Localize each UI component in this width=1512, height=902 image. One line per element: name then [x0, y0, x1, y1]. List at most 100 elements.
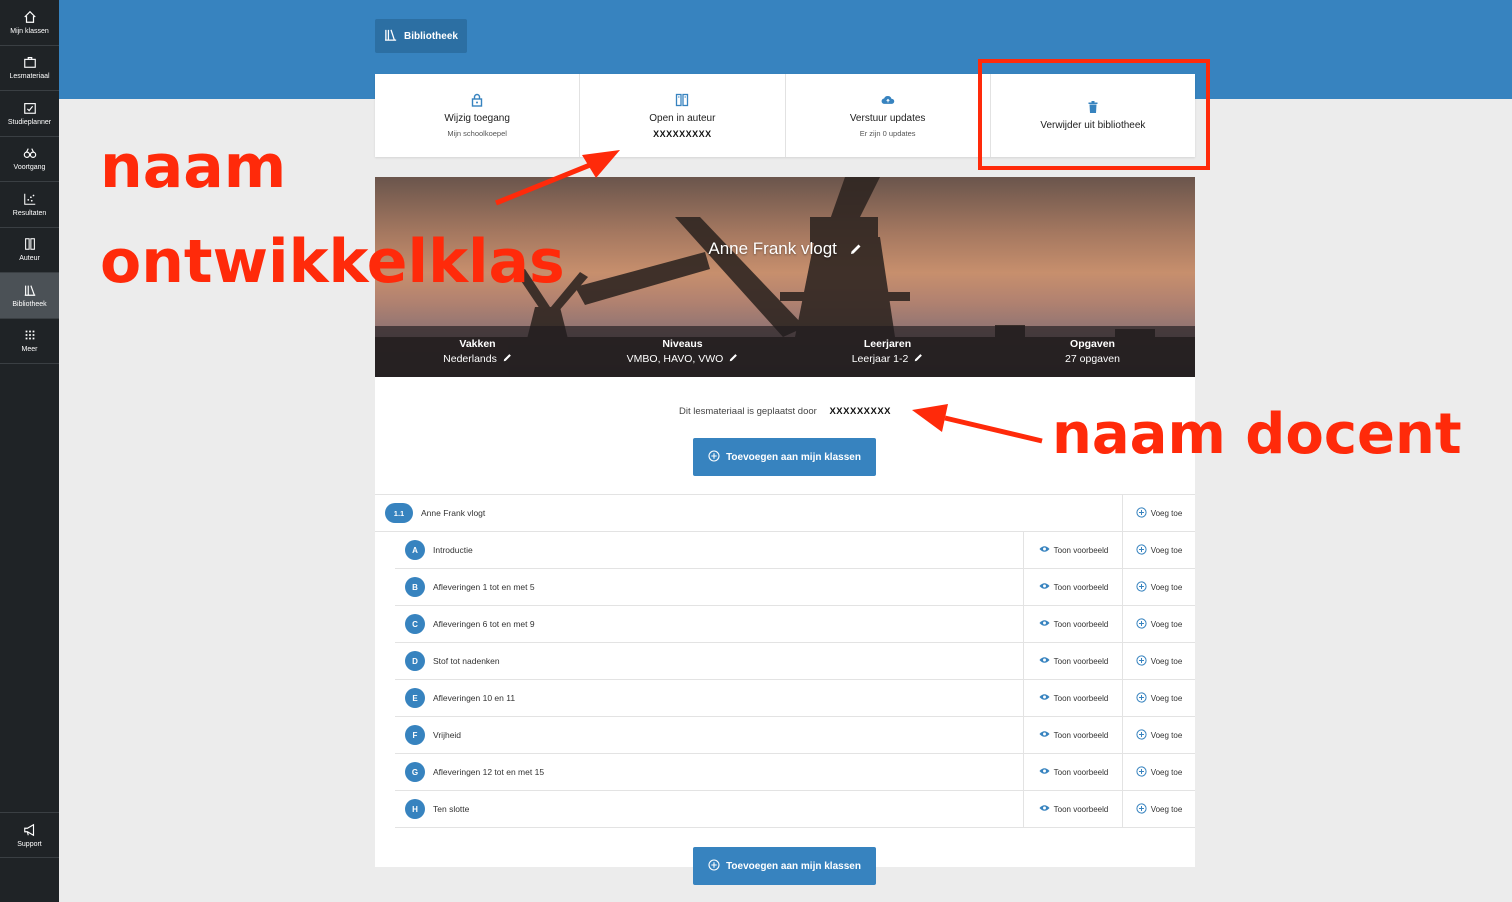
- plus-circle-icon: [708, 449, 720, 465]
- stat-leerjaren: Leerjaren Leerjaar 1-2: [785, 326, 990, 377]
- toevoegen-aan-mijn-klassen-button[interactable]: Toevoegen aan mijn klassen: [693, 438, 876, 476]
- scatter-chart-icon: [22, 191, 38, 207]
- calendar-check-icon: [22, 100, 38, 116]
- voeg-toe-label: Voeg toe: [1150, 767, 1183, 777]
- voeg-toe-label: Voeg toe: [1150, 508, 1183, 518]
- sidebar-item-mijn-klassen[interactable]: Mijn klassen: [0, 0, 59, 46]
- sidebar-item-label: Support: [17, 840, 42, 848]
- list-item[interactable]: A Introductie Toon voorbeeld Voeg toe: [395, 532, 1195, 569]
- book-edit-icon: [22, 236, 38, 252]
- list-item[interactable]: C Afleveringen 6 tot en met 9 Toon voorbee…: [395, 606, 1195, 643]
- voeg-toe-button[interactable]: Voeg toe: [1122, 606, 1195, 642]
- lesson-list: 1.1 Anne Frank vlogt Voeg toe A Introduct…: [375, 494, 1195, 828]
- eye-icon: [1039, 730, 1050, 740]
- lesson-badge: E: [405, 688, 425, 708]
- voeg-toe-button[interactable]: Voeg toe: [1122, 643, 1195, 679]
- eye-icon: [1039, 804, 1050, 814]
- open-in-auteur-button[interactable]: Open in auteur XXXXXXXXX: [580, 74, 786, 157]
- toon-voorbeeld-label: Toon voorbeeld: [1053, 767, 1109, 777]
- sidebar-item-studieplanner[interactable]: Studieplanner: [0, 91, 59, 137]
- lesson-badge: D: [405, 651, 425, 671]
- voeg-toe-button[interactable]: Voeg toe: [1122, 754, 1195, 790]
- toon-voorbeeld-button[interactable]: Toon voorbeeld: [1023, 717, 1123, 753]
- lesson-badge: B: [405, 577, 425, 597]
- pencil-icon[interactable]: [729, 353, 738, 365]
- list-item[interactable]: G Afleveringen 12 tot en met 15 Toon voorb…: [395, 754, 1195, 791]
- toon-voorbeeld-button[interactable]: Toon voorbeeld: [1023, 791, 1123, 827]
- lesson-badge: C: [405, 614, 425, 634]
- stat-label: Niveaus: [662, 338, 703, 350]
- toevoegen-aan-mijn-klassen-button-bottom[interactable]: Toevoegen aan mijn klassen: [693, 847, 876, 885]
- lesson-badge: F: [405, 725, 425, 745]
- plus-circle-icon: [1136, 691, 1147, 705]
- annotation-naam-docent: naam docent: [1052, 402, 1462, 467]
- plus-circle-icon: [1136, 802, 1147, 816]
- course-title: Anne Frank vlogt: [708, 239, 837, 258]
- voeg-toe-button[interactable]: Voeg toe: [1122, 495, 1195, 531]
- pencil-icon[interactable]: [914, 353, 923, 365]
- plus-circle-icon: [1136, 506, 1147, 520]
- toon-voorbeeld-button[interactable]: Toon voorbeeld: [1023, 680, 1123, 716]
- action-title: Wijzig toegang: [444, 113, 510, 124]
- action-subtitle: Mijn schoolkoepel: [447, 129, 507, 138]
- verstuur-updates-button[interactable]: Verstuur updates Er zijn 0 updates: [786, 74, 991, 157]
- briefcase-icon: [22, 54, 38, 70]
- eye-icon: [1039, 619, 1050, 629]
- list-item[interactable]: D Stof tot nadenken Toon voorbeeld Voeg toe: [395, 643, 1195, 680]
- voeg-toe-button[interactable]: Voeg toe: [1122, 791, 1195, 827]
- sidebar-item-meer[interactable]: Meer: [0, 319, 59, 364]
- plus-circle-icon: [1136, 580, 1147, 594]
- sidebar-item-auteur[interactable]: Auteur: [0, 228, 59, 273]
- sidebar-item-lesmateriaal[interactable]: Lesmateriaal: [0, 46, 59, 91]
- list-item[interactable]: B Afleveringen 1 tot en met 5 Toon voorbee…: [395, 569, 1195, 606]
- breadcrumb-bibliotheek[interactable]: Bibliotheek: [375, 19, 467, 53]
- list-item[interactable]: F Vrijheid Toon voorbeeld Voeg toe: [395, 717, 1195, 754]
- sidebar-item-label: Studieplanner: [7, 118, 52, 126]
- voeg-toe-button[interactable]: Voeg toe: [1122, 717, 1195, 753]
- sidebar: Mijn klassen Lesmateriaal Studieplanner …: [0, 0, 59, 902]
- binoculars-icon: [22, 145, 38, 161]
- voeg-toe-label: Voeg toe: [1150, 582, 1183, 592]
- toon-voorbeeld-button[interactable]: Toon voorbeeld: [1023, 532, 1123, 568]
- toon-voorbeeld-button[interactable]: Toon voorbeeld: [1023, 643, 1123, 679]
- wijzig-toegang-button[interactable]: Wijzig toegang Mijn schoolkoepel: [375, 74, 581, 157]
- sidebar-item-label: Voortgang: [13, 164, 46, 172]
- plus-circle-icon: [1136, 765, 1147, 779]
- toon-voorbeeld-button[interactable]: Toon voorbeeld: [1023, 569, 1123, 605]
- eye-icon: [1039, 545, 1050, 555]
- lesson-badge: H: [405, 799, 425, 819]
- voeg-toe-button[interactable]: Voeg toe: [1122, 680, 1195, 716]
- plus-circle-icon: [708, 858, 720, 874]
- action-title: Verstuur updates: [849, 113, 926, 124]
- toon-voorbeeld-button[interactable]: Toon voorbeeld: [1023, 606, 1123, 642]
- toon-voorbeeld-label: Toon voorbeeld: [1053, 656, 1109, 666]
- sidebar-item-voortgang[interactable]: Voortgang: [0, 137, 59, 182]
- annotation-naam: naam: [100, 132, 287, 202]
- button-label: Toevoegen aan mijn klassen: [726, 451, 861, 463]
- list-item[interactable]: E Afleveringen 10 en 11 Toon voorbeeld Voeg…: [395, 680, 1195, 717]
- toon-voorbeeld-label: Toon voorbeeld: [1053, 545, 1109, 555]
- eye-icon: [1039, 582, 1050, 592]
- eye-icon: [1039, 656, 1050, 666]
- plus-circle-icon: [1136, 654, 1147, 668]
- sidebar-item-bibliotheek[interactable]: Bibliotheek: [0, 273, 59, 319]
- sidebar-item-resultaten[interactable]: Resultaten: [0, 182, 59, 228]
- list-item[interactable]: H Ten slotte Toon voorbeeld Voeg toe: [395, 791, 1195, 828]
- toon-voorbeeld-button[interactable]: Toon voorbeeld: [1023, 754, 1123, 790]
- toon-voorbeeld-label: Toon voorbeeld: [1053, 693, 1109, 703]
- sidebar-item-support[interactable]: Support: [0, 812, 59, 858]
- voeg-toe-label: Voeg toe: [1150, 656, 1183, 666]
- stat-label: Vakken: [459, 338, 496, 350]
- plus-circle-icon: [1136, 728, 1147, 742]
- list-item-main[interactable]: 1.1 Anne Frank vlogt Voeg toe: [375, 495, 1195, 532]
- pencil-icon[interactable]: [503, 353, 512, 365]
- pencil-icon[interactable]: [850, 240, 862, 260]
- stat-label: Opgaven: [1070, 338, 1115, 350]
- lesson-title: Anne Frank vlogt: [421, 508, 486, 518]
- sidebar-item-label: Resultaten: [12, 209, 47, 217]
- toon-voorbeeld-label: Toon voorbeeld: [1053, 582, 1109, 592]
- stat-value: 27 opgaven: [1065, 353, 1120, 365]
- voeg-toe-button[interactable]: Voeg toe: [1122, 532, 1195, 568]
- toon-voorbeeld-label: Toon voorbeeld: [1053, 619, 1109, 629]
- voeg-toe-button[interactable]: Voeg toe: [1122, 569, 1195, 605]
